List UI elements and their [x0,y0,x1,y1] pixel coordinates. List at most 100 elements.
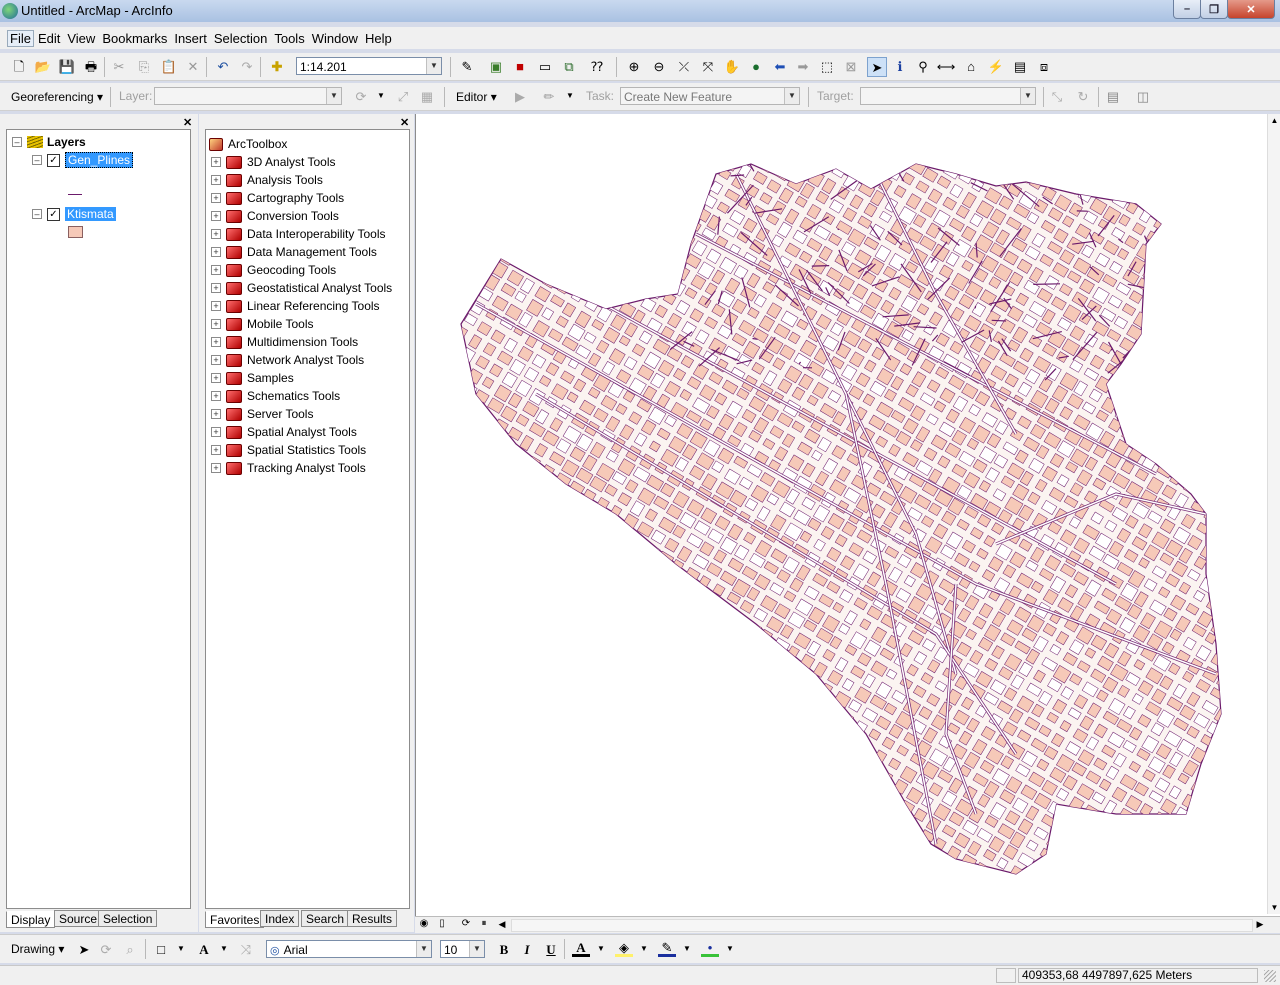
tab-search[interactable]: Search [301,910,349,927]
fixed-zoom-out-icon[interactable]: ⤧ [699,57,717,75]
task-combo[interactable]: Create New Feature ▼ [620,87,800,105]
drawing-menu[interactable]: Drawing ▾ [11,942,64,956]
text-tool-icon[interactable]: A [195,940,213,958]
line-color-icon[interactable]: ✎ [658,940,676,957]
vertical-scrollbar[interactable]: ▲ ▼ [1267,114,1280,914]
menu-view[interactable]: View [64,31,98,46]
expand-icon[interactable]: + [211,409,221,419]
chevron-down-icon[interactable]: ▼ [678,940,696,958]
editor-menu[interactable]: Editor ▾ [456,90,497,104]
cut-icon[interactable]: ✂ [110,57,128,75]
menu-help[interactable]: Help [362,31,395,46]
chevron-down-icon[interactable]: ▼ [1020,88,1035,104]
expand-icon[interactable]: + [211,265,221,275]
expand-icon[interactable]: + [211,157,221,167]
expand-icon[interactable]: + [211,391,221,401]
toolbox-item[interactable]: +Tracking Analyst Tools [211,459,366,477]
toolbox-item[interactable]: +Schematics Tools [211,387,340,405]
attributes-icon[interactable]: ▤ [1104,87,1122,105]
toolbox-item[interactable]: +Server Tools [211,405,313,423]
collapse-icon[interactable]: – [32,209,42,219]
toolbox-item[interactable]: +Spatial Statistics Tools [211,441,366,459]
paste-icon[interactable]: 📋 [160,57,178,75]
toolbox-item[interactable]: +Linear Referencing Tools [211,297,380,315]
target-combo[interactable]: ▼ [860,87,1036,105]
chevron-down-icon[interactable]: ▼ [416,941,431,957]
toolbox-item[interactable]: +Analysis Tools [211,171,323,189]
fixed-zoom-in-icon[interactable]: ⤫ [675,57,693,75]
expand-icon[interactable]: + [211,355,221,365]
toolbox-item[interactable]: +Data Management Tools [211,243,377,261]
fill-symbol[interactable] [68,226,83,238]
split-tool-icon[interactable]: ⤡ [1048,87,1066,105]
marker-color-icon[interactable]: • [701,940,719,957]
scroll-left-icon[interactable]: ◀ [495,917,509,931]
edit-tool-icon[interactable]: ▶ [511,87,529,105]
forward-extent-icon[interactable]: ➡ [794,57,812,75]
add-control-points-icon[interactable]: ⤢ [394,87,412,105]
collapse-icon[interactable]: – [32,155,42,165]
pan-icon[interactable]: ✋ [723,57,741,75]
select-elements-icon[interactable]: ➤ [75,940,93,958]
undo-icon[interactable]: ↶ [214,57,232,75]
font-name-combo[interactable]: ◎Arial ▼ [266,940,432,958]
chevron-down-icon[interactable]: ▼ [172,940,190,958]
horizontal-scrollbar[interactable] [511,919,1253,932]
chevron-down-icon[interactable]: ▼ [469,941,484,957]
new-document-icon[interactable]: 🗋 [10,57,28,75]
redo-icon[interactable]: ↷ [238,57,256,75]
toolbox-item[interactable]: +Spatial Analyst Tools [211,423,357,441]
font-size-combo[interactable]: 10 ▼ [440,940,485,958]
underline-button[interactable]: U [542,940,560,958]
expand-icon[interactable]: + [211,427,221,437]
measure-icon[interactable]: ⟷ [937,57,955,75]
go-to-xy-icon[interactable]: ⌂ [962,57,980,75]
expand-icon[interactable]: + [211,193,221,203]
italic-button[interactable]: I [518,940,536,958]
rotate-tool-icon[interactable]: ↻ [1074,87,1092,105]
full-extent-icon[interactable]: ● [747,57,765,75]
font-color-icon[interactable]: A [572,940,590,957]
refresh-icon[interactable]: ⟳ [459,917,473,931]
html-popup-icon[interactable]: ▤ [1011,57,1029,75]
menu-insert[interactable]: Insert [171,31,210,46]
maximize-button[interactable]: ❐ [1200,0,1228,19]
chevron-down-icon[interactable]: ▼ [215,940,233,958]
back-extent-icon[interactable]: ⬅ [771,57,789,75]
print-icon[interactable]: 🖶 [82,57,100,75]
expand-icon[interactable]: + [211,319,221,329]
resize-grip-icon[interactable] [1264,970,1276,982]
select-elements-icon[interactable]: ➤ [867,57,887,77]
rectangle-icon[interactable]: □ [152,940,170,958]
scroll-right-icon[interactable]: ▶ [1253,917,1267,931]
arccatalog-icon[interactable]: ▣ [487,57,505,75]
bold-button[interactable]: B [495,940,513,958]
layout-view-icon[interactable]: ▯ [435,917,449,931]
toolbox-item[interactable]: +Samples [211,369,294,387]
expand-icon[interactable]: + [211,229,221,239]
arcmap-app-icon[interactable] [2,3,18,19]
toolbox-item[interactable]: +3D Analyst Tools [211,153,336,171]
menu-window[interactable]: Window [309,31,361,46]
toolbox-item[interactable]: +Geostatistical Analyst Tools [211,279,392,297]
menu-tools[interactable]: Tools [271,31,307,46]
add-data-icon[interactable]: ✚ [268,57,286,75]
data-view-icon[interactable]: ◉ [417,917,431,931]
layer-gen-plines[interactable]: – ✓ Gen_Plines [32,151,133,169]
expand-icon[interactable]: + [211,175,221,185]
delete-icon[interactable]: ✕ [184,57,202,75]
toolbox-item[interactable]: +Mobile Tools [211,315,313,333]
scroll-up-icon[interactable]: ▲ [1268,116,1280,125]
map-canvas[interactable] [416,114,1280,916]
tab-index[interactable]: Index [260,910,299,927]
chevron-down-icon[interactable]: ▼ [326,88,341,104]
menu-bookmarks[interactable]: Bookmarks [99,31,170,46]
layer-ktismata[interactable]: – ✓ Ktismata [32,205,116,223]
sketch-properties-icon[interactable]: ◫ [1134,87,1152,105]
minimize-button[interactable]: – [1173,0,1201,19]
map-scale-combo[interactable]: 1:14.201 ▼ [296,57,442,75]
editor-toolbar-icon[interactable]: ✎ [458,57,476,75]
toolbox-item[interactable]: +Conversion Tools [211,207,339,225]
menu-file[interactable]: File [7,30,34,47]
copy-icon[interactable]: ⎘ [135,57,153,75]
